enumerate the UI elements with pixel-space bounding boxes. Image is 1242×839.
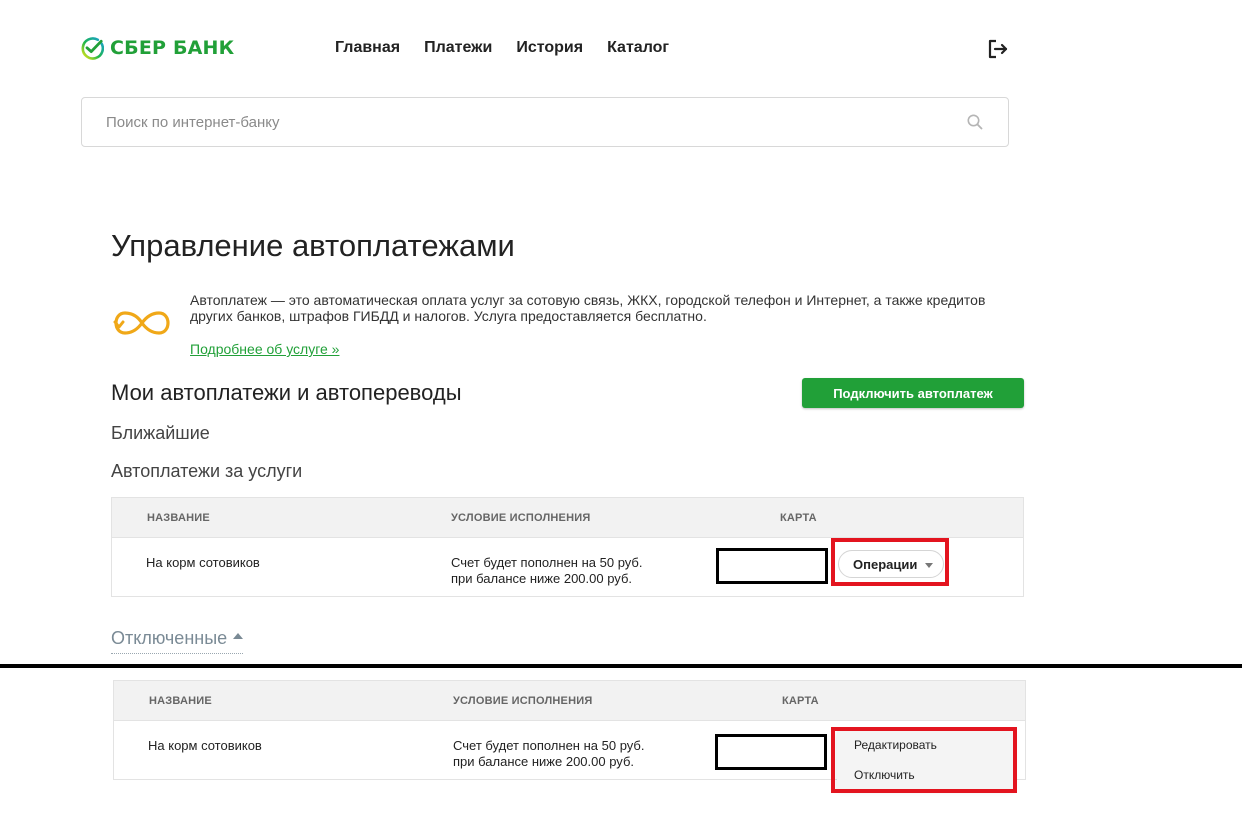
nav-item-payments[interactable]: Платежи <box>424 39 492 57</box>
autopay-condition-line1: Счет будет пополнен на 50 руб. <box>453 738 645 753</box>
nearest-heading: Ближайшие <box>111 423 210 443</box>
nav-item-main[interactable]: Главная <box>335 39 400 57</box>
more-info-link[interactable]: Подробнее об услуге » <box>190 341 339 357</box>
disabled-toggle-label: Отключенные <box>111 628 228 648</box>
nav-item-catalog[interactable]: Каталог <box>607 39 669 57</box>
card-redacted <box>715 734 827 770</box>
card-redacted <box>716 548 828 584</box>
screenshot-divider <box>0 664 1242 668</box>
logout-icon[interactable] <box>987 39 1009 59</box>
column-header-name: НАЗВАНИЕ <box>147 512 210 524</box>
autopay-name[interactable]: На корм сотовиков <box>148 738 262 754</box>
autopay-condition-line1: Счет будет пополнен на 50 руб. <box>451 555 643 570</box>
chevron-up-icon <box>233 633 244 640</box>
disabled-toggle[interactable]: Отключенные <box>111 628 244 654</box>
brand-name: СБЕР БАНК <box>110 37 235 59</box>
autopay-condition-line2: при балансе ниже 200.00 руб. <box>453 754 634 769</box>
section-title: Мои автоплатежи и автопереводы <box>111 380 462 405</box>
column-header-condition: УСЛОВИЕ ИСПОЛНЕНИЯ <box>451 512 591 524</box>
highlight-box-operations <box>831 538 949 586</box>
search-icon[interactable] <box>966 113 984 131</box>
sber-logo[interactable]: СБЕР БАНК <box>80 36 234 60</box>
highlight-box-menu <box>831 727 1017 793</box>
column-header-name: НАЗВАНИЕ <box>149 695 212 707</box>
column-header-condition: УСЛОВИЕ ИСПОЛНЕНИЯ <box>453 695 593 707</box>
table-header: НАЗВАНИЕ УСЛОВИЕ ИСПОЛНЕНИЯ КАРТА <box>112 498 1023 538</box>
column-header-card: КАРТА <box>782 695 819 707</box>
search-bar <box>81 97 1009 147</box>
autopay-name[interactable]: На корм сотовиков <box>146 555 260 571</box>
services-heading: Автоплатежи за услуги <box>111 461 303 481</box>
infinity-icon <box>113 311 170 335</box>
main-nav: Главная Платежи История Каталог <box>335 39 669 57</box>
autopay-condition-line2: при балансе ниже 200.00 руб. <box>451 571 632 586</box>
connect-autopay-button[interactable]: Подключить автоплатеж <box>802 378 1024 408</box>
search-input[interactable] <box>106 98 946 146</box>
table-header: НАЗВАНИЕ УСЛОВИЕ ИСПОЛНЕНИЯ КАРТА <box>114 681 1025 721</box>
nav-item-history[interactable]: История <box>516 39 583 57</box>
column-header-card: КАРТА <box>780 512 817 524</box>
sber-logo-icon <box>81 37 104 60</box>
page-title: Управление автоплатежами <box>111 228 515 263</box>
autopay-description: Автоплатеж — это автоматическая оплата у… <box>190 292 986 324</box>
